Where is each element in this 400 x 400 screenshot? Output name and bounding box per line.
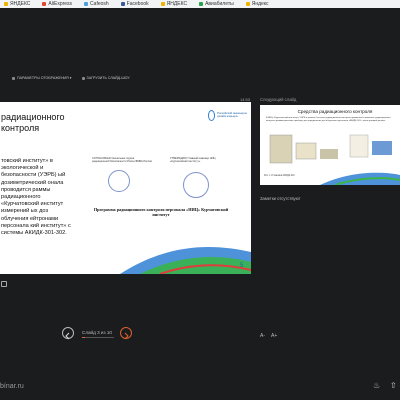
- display-options-button[interactable]: Параметры отображения ▾: [12, 76, 72, 80]
- notes-label: Заметки отсутствуют: [260, 196, 301, 201]
- bookmark-label: ЯНДЕКС: [166, 1, 188, 7]
- bookmark-label: Facebook: [126, 1, 149, 7]
- next-slide-preview[interactable]: Средства радиационного контроля В НИЦ «К…: [260, 105, 400, 185]
- chevron-right-icon: [124, 332, 129, 340]
- bookmark-label: Сafeosh: [90, 1, 109, 7]
- bookmark-item[interactable]: AliExpress: [42, 1, 72, 7]
- flame-icon[interactable]: ♨: [373, 381, 380, 390]
- stamp-seal-left: [108, 170, 130, 192]
- bookmark-label: ЯНДЕКС: [10, 1, 31, 7]
- bookmark-icon: [120, 2, 125, 6]
- bookmark-label: Яндекс: [251, 1, 269, 7]
- stamp-seal-right: [183, 172, 209, 198]
- font-increase-button[interactable]: A+: [271, 333, 277, 339]
- presenter-toolbar: Параметры отображения ▾ Загрузить слайд-…: [0, 72, 400, 84]
- chevron-left-icon: [65, 332, 70, 340]
- bookmark-item[interactable]: Сafeosh: [84, 1, 109, 7]
- bookmark-icon: [199, 2, 204, 6]
- bookmark-icon: [4, 2, 8, 6]
- screen: ЯНДЕКС AliExpress Сafeosh Facebook ЯНДЕК…: [0, 0, 400, 400]
- bookmark-item[interactable]: Авиабилеты: [199, 1, 234, 7]
- bookmark-icon: [160, 2, 165, 6]
- bookmark-item[interactable]: ЯНДЕКС: [160, 1, 188, 7]
- bookmark-icon: [84, 2, 89, 6]
- bookmarks-bar: ЯНДЕКС AliExpress Сafeosh Facebook ЯНДЕК…: [0, 0, 400, 8]
- slide-number: 5: [240, 263, 244, 269]
- sidebar-toggle-icon[interactable]: [1, 281, 7, 287]
- footer-link[interactable]: bínar.ru: [0, 383, 24, 390]
- font-size-controls: A- A+: [260, 333, 277, 339]
- download-slideshow-button[interactable]: Загрузить слайд-шоу: [81, 76, 130, 80]
- slide-progress-fill: [82, 337, 86, 339]
- download-icon: [81, 76, 85, 80]
- bookmark-label: Авиабилеты: [205, 1, 234, 7]
- display-options-label: Параметры отображения ▾: [17, 76, 72, 80]
- download-slideshow-label: Загрузить слайд-шоу: [86, 76, 130, 80]
- font-decrease-button[interactable]: A-: [260, 333, 265, 339]
- approval-left: СОГЛАСОВАНО Начальник отдела радиационно…: [92, 157, 153, 164]
- next-slide-label: Следующий слайд: [260, 97, 297, 102]
- monitor-icon: [12, 76, 15, 80]
- next-slide-illustration: [269, 134, 400, 185]
- bookmark-item[interactable]: Facebook: [120, 1, 149, 7]
- slide-counter: Слайд 3 из 10: [82, 330, 112, 335]
- document-heading: Программа радиационного контроля персона…: [93, 207, 229, 217]
- bookmark-icon: [245, 2, 250, 6]
- bookmark-icon: [42, 2, 47, 6]
- previous-slide-button[interactable]: [62, 327, 74, 340]
- timer: 14:53: [240, 97, 251, 102]
- next-slide-button[interactable]: [120, 327, 132, 340]
- slide-progress-track: [82, 337, 114, 339]
- next-slide-caption: Рис. 1 Установка АКИДК-301: [264, 175, 295, 177]
- bookmark-item[interactable]: Яндекс: [245, 1, 269, 7]
- upload-icon[interactable]: ⇧: [390, 381, 397, 390]
- bookmark-item[interactable]: ЯНДЕКС: [4, 1, 30, 7]
- approval-right: УТВЕРЖДАЮ Главный инженер НИЦ «Курчатовс…: [170, 157, 216, 164]
- bookmark-label: AliExpress: [48, 1, 73, 7]
